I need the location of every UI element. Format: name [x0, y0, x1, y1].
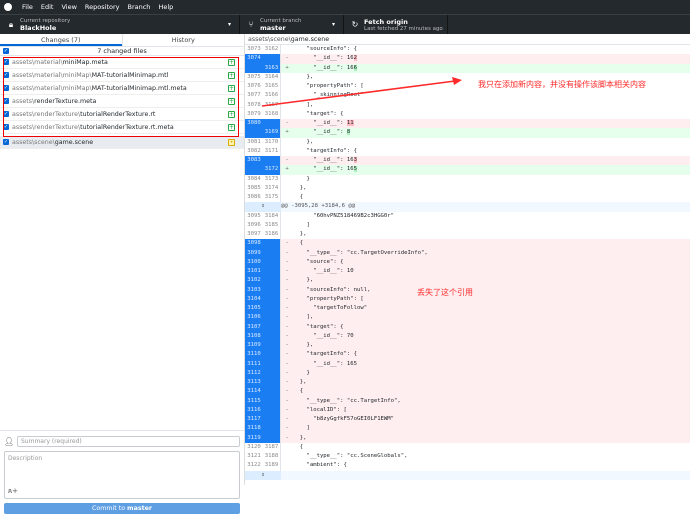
commit-button-label: Commit to [91, 505, 128, 512]
annotation-arrow [261, 77, 462, 107]
annotation-note-1: 我只在添加新内容，并没有操作该脚本相关内容 [478, 80, 646, 89]
commit-button-branch: master [127, 505, 152, 512]
commit-button[interactable]: Commit to master [4, 503, 240, 514]
add-coauthor-icon[interactable]: ጸ+ [8, 487, 18, 496]
annotation-note-2: 丢失了这个引用 [417, 288, 473, 297]
